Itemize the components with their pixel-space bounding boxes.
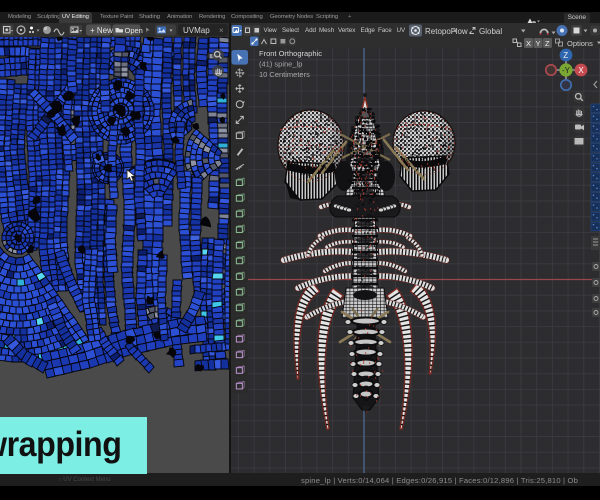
svg-text:+ New: + New <box>90 26 113 35</box>
svg-text:Y: Y <box>536 38 541 47</box>
svg-text:-Y: -Y <box>562 66 571 75</box>
svg-text:Z: Z <box>563 51 568 60</box>
svg-text:X: X <box>578 66 584 75</box>
svg-text:×: × <box>219 26 224 35</box>
svg-text:UVMap: UVMap <box>183 26 210 35</box>
svg-text:RetopoFlow: RetopoFlow <box>425 27 468 36</box>
svg-text:X: X <box>526 38 531 47</box>
svg-text:10 Centimeters: 10 Centimeters <box>259 70 310 79</box>
svg-text:(41) spine_lp: (41) spine_lp <box>259 60 302 69</box>
svg-text:Z: Z <box>545 38 550 47</box>
svg-text:Front Orthographic: Front Orthographic <box>259 49 322 58</box>
svg-text:Open: Open <box>125 26 143 35</box>
svg-text:Options: Options <box>567 39 593 48</box>
svg-text:Global: Global <box>479 27 502 36</box>
